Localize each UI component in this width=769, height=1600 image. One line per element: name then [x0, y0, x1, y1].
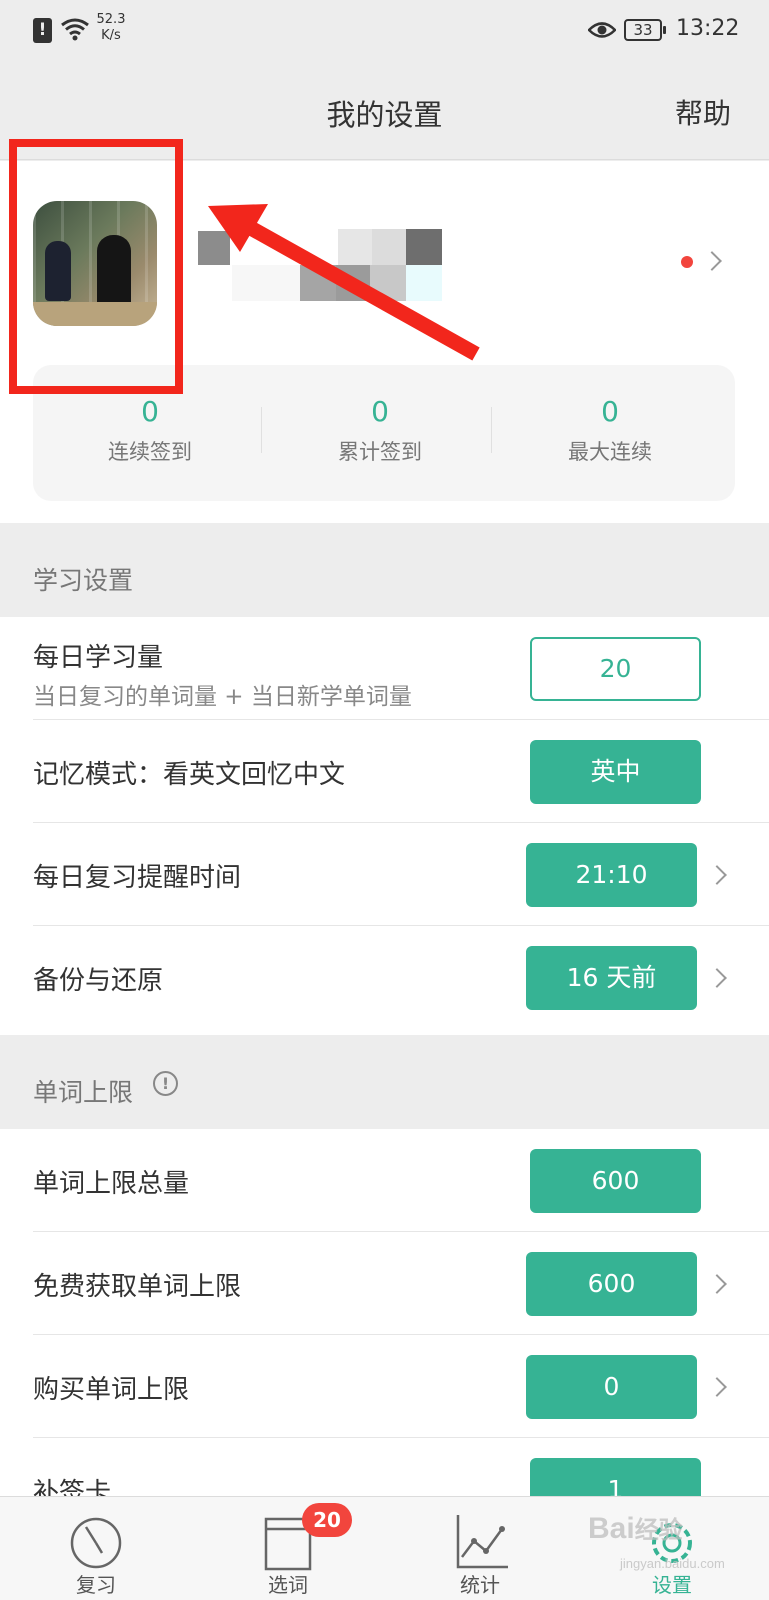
- row-reminder-time[interactable]: 每日复习提醒时间 21:10: [0, 823, 769, 926]
- tab-statistics[interactable]: 统计: [384, 1497, 576, 1600]
- word-limit-total-value[interactable]: 600: [530, 1149, 701, 1213]
- badge-count: 20: [302, 1503, 352, 1537]
- page-title: 我的设置: [326, 98, 443, 132]
- section-word-limit: 单词上限 !: [0, 1035, 769, 1129]
- tab-label: 设置: [652, 1573, 692, 1597]
- daily-amount-input[interactable]: 20: [530, 637, 701, 701]
- eye-icon: [588, 22, 616, 38]
- row-free-word-limit[interactable]: 免费获取单词上限 600: [0, 1232, 769, 1335]
- section-title: 学习设置: [33, 566, 134, 595]
- tab-select-words[interactable]: 20 选词: [192, 1497, 384, 1600]
- alert-icon: !: [33, 18, 52, 43]
- tab-label: 统计: [460, 1573, 500, 1597]
- row-backup[interactable]: 备份与还原 16 天前: [0, 926, 769, 1029]
- notification-dot: [681, 256, 693, 268]
- wifi-icon: [61, 18, 89, 41]
- memory-mode-button[interactable]: 英中: [530, 740, 701, 804]
- row-makeup-card[interactable]: 补签卡 1: [0, 1438, 769, 1496]
- chart-icon: [456, 1515, 508, 1569]
- row-label: 单词上限总量: [33, 1169, 190, 1199]
- row-label: 记忆模式：看英文回忆中文: [33, 760, 346, 790]
- section-title: 单词上限: [33, 1078, 134, 1107]
- row-daily-amount[interactable]: 每日学习量 当日复习的单词量 + 当日新学单词量 20: [0, 617, 769, 720]
- divider: [261, 407, 262, 453]
- help-button[interactable]: 帮助: [675, 92, 731, 132]
- stat-value: 0: [141, 395, 159, 428]
- watermark-logo: Bai经验: [588, 1512, 683, 1545]
- username-blurred[interactable]: [198, 229, 453, 305]
- battery-indicator: 33: [624, 19, 666, 41]
- tab-review[interactable]: 复习: [0, 1497, 192, 1600]
- purchase-word-limit-button[interactable]: 0: [526, 1355, 697, 1419]
- row-memory-mode[interactable]: 记忆模式：看英文回忆中文 英中: [0, 720, 769, 823]
- row-label: 备份与还原: [33, 966, 164, 996]
- study-settings-group: 每日学习量 当日复习的单词量 + 当日新学单词量 20 记忆模式：看英文回忆中文…: [0, 617, 769, 1035]
- backup-button[interactable]: 16 天前: [526, 946, 697, 1010]
- network-speed-value: 52.3: [96, 12, 126, 27]
- reminder-time-button[interactable]: 21:10: [526, 843, 697, 907]
- stat-total: 0 累计签到: [263, 365, 497, 501]
- chevron-right-icon[interactable]: [707, 1377, 727, 1397]
- row-purchase-word-limit[interactable]: 购买单词上限 0: [0, 1335, 769, 1438]
- network-speed-unit: K/s: [101, 28, 121, 43]
- stat-label: 连续签到: [108, 440, 192, 464]
- row-sublabel: 当日复习的单词量 + 当日新学单词量: [33, 684, 412, 710]
- row-label: 每日学习量: [33, 643, 164, 673]
- free-word-limit-button[interactable]: 600: [526, 1252, 697, 1316]
- tab-label: 复习: [76, 1573, 116, 1597]
- watermark-url: jingyan.baidu.com: [620, 1556, 725, 1571]
- stat-label: 最大连续: [568, 440, 652, 464]
- stat-value: 0: [601, 395, 619, 428]
- row-label: 购买单词上限: [33, 1375, 190, 1405]
- network-speed: 52.3 K/s: [94, 12, 128, 44]
- tab-label: 选词: [268, 1573, 308, 1597]
- row-word-limit-total[interactable]: 单词上限总量 600: [0, 1129, 769, 1232]
- info-icon[interactable]: !: [153, 1071, 178, 1096]
- chevron-right-icon[interactable]: [707, 865, 727, 885]
- annotation-highlight-box: [9, 139, 183, 394]
- stat-value: 0: [371, 395, 389, 428]
- chevron-right-icon[interactable]: [702, 251, 722, 271]
- stat-label: 累计签到: [338, 440, 422, 464]
- clock: 13:22: [676, 16, 740, 41]
- chevron-right-icon[interactable]: [707, 1274, 727, 1294]
- row-label: 补签卡: [33, 1478, 112, 1496]
- makeup-card-value[interactable]: 1: [530, 1458, 701, 1496]
- divider: [491, 407, 492, 453]
- section-study-settings: 学习设置: [0, 523, 769, 617]
- row-label: 每日复习提醒时间: [33, 863, 242, 893]
- word-limit-group: 单词上限总量 600 免费获取单词上限 600 购买单词上限 0 补签卡 1: [0, 1129, 769, 1496]
- stat-max: 0 最大连续: [493, 365, 727, 501]
- row-label: 免费获取单词上限: [33, 1272, 242, 1302]
- timer-icon: [70, 1517, 122, 1569]
- chevron-right-icon[interactable]: [707, 968, 727, 988]
- status-bar: ! 52.3 K/s 33 13:22: [0, 0, 769, 62]
